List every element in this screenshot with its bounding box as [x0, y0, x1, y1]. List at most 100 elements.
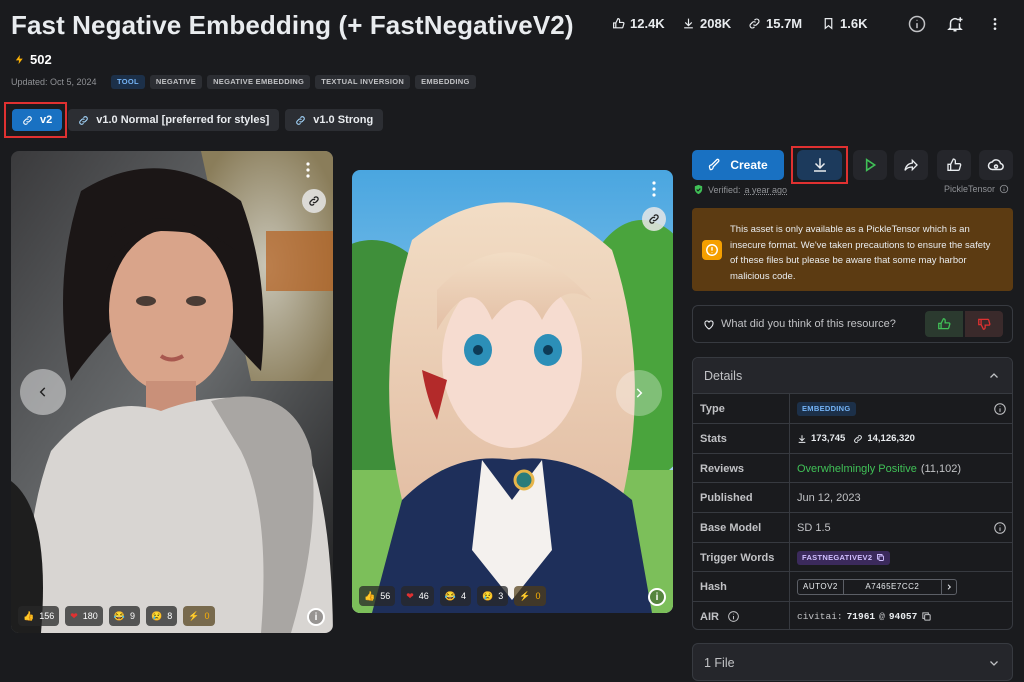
- image-info-button[interactable]: i: [648, 588, 666, 606]
- image-link-button[interactable]: [642, 207, 666, 231]
- reaction-buzz[interactable]: ⚡ 0: [183, 606, 215, 626]
- gallery-image-1[interactable]: 👍 156 ❤ 180 😂 9 😢 8 ⚡ 0 i: [11, 151, 333, 633]
- download-icon: [684, 18, 693, 29]
- info-button[interactable]: [900, 7, 934, 41]
- hash-value[interactable]: A7465E7CC2: [844, 579, 942, 594]
- dots-vertical-icon: [306, 162, 310, 178]
- version-tab-v1-normal[interactable]: v1.0 Normal [preferred for styles]: [68, 109, 280, 131]
- reaction-count: 4: [461, 591, 467, 601]
- file-format: PickleTensor: [944, 184, 1009, 194]
- reaction-like[interactable]: 👍 56: [359, 586, 396, 606]
- download-icon: [813, 158, 826, 172]
- thumbs-up-icon: [938, 318, 951, 330]
- thumbs-down-icon: [978, 318, 991, 330]
- reaction-count: 180: [82, 611, 98, 621]
- verified-status: Verified: a year ago: [693, 184, 787, 195]
- reaction-heart[interactable]: ❤ 46: [401, 586, 434, 606]
- version-label: v2: [40, 114, 53, 126]
- heart-emoji-icon: ❤: [70, 610, 78, 621]
- version-tabs: v2 v1.0 Normal [preferred for styles] v1…: [12, 109, 384, 131]
- create-label: Create: [730, 158, 768, 172]
- alert-icon: [702, 240, 722, 260]
- trigger-word-text: FASTNEGATIVEV2: [802, 552, 873, 562]
- cloud-sync-button[interactable]: [979, 150, 1013, 180]
- reaction-like[interactable]: 👍 156: [18, 606, 60, 626]
- info-icon[interactable]: [993, 521, 1007, 535]
- base-model-value: SD 1.5: [797, 521, 831, 534]
- generations-stat: 15.7M: [748, 16, 802, 31]
- files-panel-header[interactable]: 1 File: [692, 643, 1013, 681]
- share-button[interactable]: [894, 150, 928, 180]
- likes-stat[interactable]: 12.4K: [612, 16, 665, 31]
- version-tab-v1-strong[interactable]: v1.0 Strong: [285, 109, 384, 131]
- reaction-count: 8: [167, 611, 173, 621]
- dots-vertical-icon: [652, 181, 656, 197]
- detail-row-air: AIR civitai: 71961 @ 94057: [693, 601, 1012, 629]
- details-panel: Details Type EMBEDDING Stats 173,745 14,…: [692, 357, 1013, 630]
- air-version-id: 94057: [888, 611, 918, 622]
- image-info-button[interactable]: i: [307, 608, 325, 626]
- carousel-next-button[interactable]: [616, 370, 662, 416]
- info-icon[interactable]: [999, 184, 1009, 194]
- trigger-word-chip[interactable]: FASTNEGATIVEV2: [797, 550, 891, 565]
- air-identifier[interactable]: civitai: 71961 @ 94057: [790, 602, 1012, 629]
- detail-row-trigger-words: Trigger Words FASTNEGATIVEV2: [693, 542, 1012, 572]
- info-icon[interactable]: [993, 402, 1007, 416]
- type-label: Type: [693, 394, 790, 423]
- reaction-laugh[interactable]: 😂 9: [108, 606, 141, 626]
- link-icon: [649, 214, 659, 224]
- image-menu-button[interactable]: [301, 161, 315, 179]
- air-prefix: civitai:: [797, 611, 843, 622]
- create-button[interactable]: Create: [692, 150, 784, 180]
- link-icon: [854, 434, 863, 443]
- bolt-icon: [15, 54, 23, 65]
- version-tab-v2[interactable]: v2: [12, 109, 63, 131]
- thumbs-up-emoji-icon: 👍: [23, 610, 35, 621]
- image-link-button[interactable]: [302, 189, 326, 213]
- reaction-count: 56: [380, 591, 391, 601]
- published-date: Jun 12, 2023: [797, 491, 861, 504]
- shield-check-icon: [694, 184, 703, 195]
- reaction-laugh[interactable]: 😂 4: [439, 586, 472, 606]
- bookmarks-stat[interactable]: 1.6K: [822, 16, 867, 31]
- verified-time: a year ago: [744, 184, 788, 195]
- notify-button[interactable]: [938, 7, 972, 41]
- details-title: Details: [704, 369, 743, 383]
- info-icon: [908, 15, 926, 33]
- reaction-cry[interactable]: 😢 8: [146, 606, 178, 626]
- download-button[interactable]: [797, 150, 842, 180]
- type-badge: EMBEDDING: [797, 401, 856, 416]
- image-menu-button[interactable]: [648, 180, 660, 198]
- link-icon: [79, 115, 89, 125]
- buzz-tips[interactable]: 502: [14, 52, 52, 67]
- thumbs-down-feedback-button[interactable]: [965, 311, 1003, 337]
- tag-textual-inversion[interactable]: TEXTUAL INVERSION: [315, 75, 411, 89]
- reaction-cry[interactable]: 😢 3: [477, 586, 509, 606]
- reviews-sentiment-link[interactable]: Overwhelmingly Positive: [797, 463, 917, 475]
- tag-negative-embedding[interactable]: NEGATIVE EMBEDDING: [207, 75, 311, 89]
- tag-tool[interactable]: TOOL: [111, 75, 145, 89]
- copy-icon[interactable]: [921, 611, 932, 622]
- like-button[interactable]: [937, 150, 971, 180]
- chevron-down-icon: [990, 661, 998, 666]
- bell-plus-icon: [947, 17, 963, 32]
- carousel-prev-button[interactable]: [20, 369, 66, 415]
- copy-icon: [877, 554, 885, 561]
- reviews-label: Reviews: [693, 454, 790, 483]
- likes-count: 12.4K: [630, 16, 665, 31]
- hash-next-button[interactable]: [942, 580, 956, 594]
- tag-embedding[interactable]: EMBEDDING: [415, 75, 476, 89]
- cloud-icon: [987, 159, 1004, 171]
- bolt-icon: ⚡: [188, 610, 200, 621]
- run-button[interactable]: [853, 150, 887, 180]
- tag-negative[interactable]: NEGATIVE: [149, 75, 203, 89]
- gallery-image-2[interactable]: 👍 56 ❤ 46 😂 4 😢 3 ⚡ 0 i: [352, 170, 673, 613]
- thumbs-up-feedback-button[interactable]: [925, 311, 963, 337]
- info-icon[interactable]: [727, 610, 740, 623]
- reaction-buzz[interactable]: ⚡ 0: [514, 586, 546, 606]
- details-header[interactable]: Details: [693, 358, 1012, 393]
- reaction-heart[interactable]: ❤ 180: [65, 606, 103, 626]
- hash-type-select[interactable]: AUTOV2: [798, 579, 844, 594]
- updated-date: Updated: Oct 5, 2024: [11, 77, 97, 87]
- more-menu-button[interactable]: [978, 7, 1012, 41]
